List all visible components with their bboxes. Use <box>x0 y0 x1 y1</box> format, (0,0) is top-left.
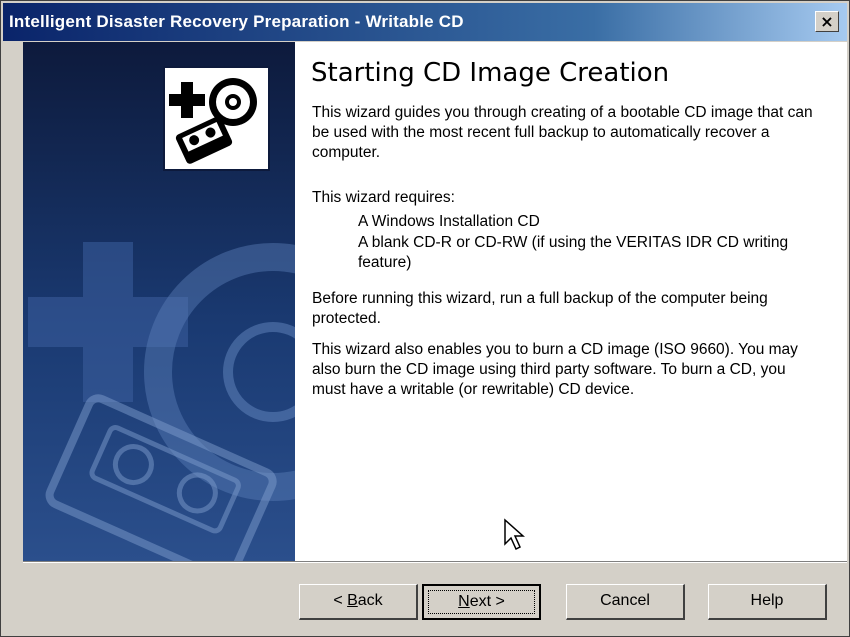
requirement-item: A blank CD-R or CD-RW (if using the VERI… <box>358 234 789 271</box>
before-text: Before running this wizard, run a full b… <box>312 290 768 327</box>
wizard-content: Starting CD Image Creation This wizard g… <box>23 42 847 561</box>
back-button[interactable]: < Back <box>299 584 418 620</box>
mouse-pointer-icon <box>504 518 525 551</box>
backup-logo-icon <box>163 66 270 171</box>
wizard-window: Intelligent Disaster Recovery Preparatio… <box>0 0 850 637</box>
back-button-label: ack <box>357 592 383 609</box>
wizard-text-area: Starting CD Image Creation This wizard g… <box>308 42 838 561</box>
back-button-prefix: < <box>333 592 348 609</box>
title-bar[interactable]: Intelligent Disaster Recovery Preparatio… <box>3 3 847 41</box>
page-title: Starting CD Image Creation <box>311 58 670 88</box>
requirement-item: A Windows Installation CD <box>358 213 540 230</box>
close-button[interactable]: × <box>815 11 839 32</box>
window-title: Intelligent Disaster Recovery Preparatio… <box>9 12 464 31</box>
burn-text: This wizard also enables you to burn a C… <box>312 341 798 398</box>
requires-label: This wizard requires: <box>312 189 455 206</box>
intro-text: This wizard guides you through creating … <box>312 104 813 161</box>
next-button[interactable]: Next > <box>422 584 541 620</box>
back-button-mnemonic: B <box>347 592 358 609</box>
focus-rect <box>428 590 535 614</box>
help-button[interactable]: Help <box>708 584 827 620</box>
footer-separator <box>23 561 847 563</box>
cancel-button[interactable]: Cancel <box>566 584 685 620</box>
wizard-banner <box>23 42 295 561</box>
